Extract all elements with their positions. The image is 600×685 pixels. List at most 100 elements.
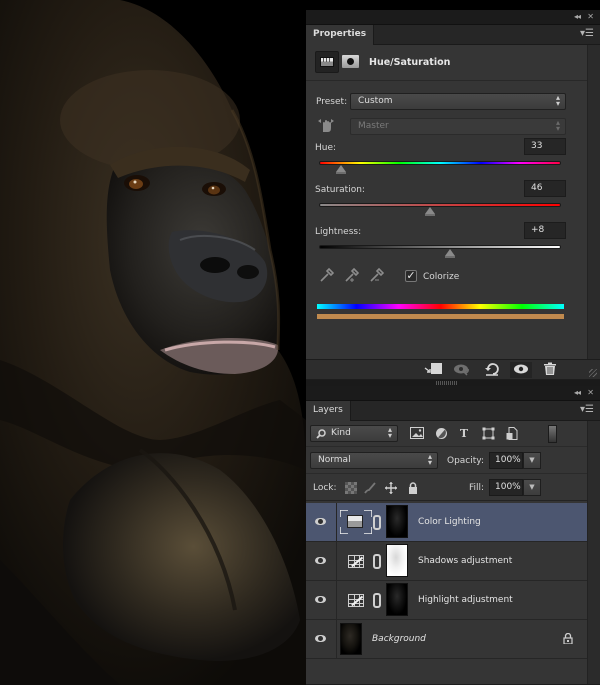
clip-to-layer-button[interactable]: [423, 362, 445, 378]
collapse-panel-icon[interactable]: ◂◂: [574, 388, 581, 397]
eyedropper-add-icon[interactable]: [344, 267, 359, 283]
toggle-visibility-button[interactable]: [510, 362, 532, 378]
adjustment-title: Hue/Saturation: [369, 57, 451, 68]
tab-properties[interactable]: Properties: [306, 25, 375, 46]
curves-icon: [348, 555, 364, 568]
close-icon[interactable]: ✕: [587, 388, 594, 397]
preset-label: Preset:: [316, 97, 348, 107]
saturation-input[interactable]: 46: [524, 180, 566, 197]
eyedropper-icon[interactable]: [319, 267, 334, 283]
select-arrows-icon: ▴ ▾: [555, 93, 560, 108]
layer-name: Shadows adjustment: [418, 556, 513, 566]
saturation-slider-thumb[interactable]: [425, 207, 436, 216]
filter-adjustment-layers-button[interactable]: [434, 427, 448, 440]
fill-input[interactable]: 100%: [489, 479, 523, 496]
reset-button[interactable]: [481, 362, 503, 378]
tab-layers[interactable]: Layers: [306, 401, 351, 422]
layer-row-highlight-adjustment[interactable]: Highlight adjustment: [306, 581, 587, 620]
lock-image-pixels-icon[interactable]: [364, 482, 376, 494]
close-icon[interactable]: ✕: [587, 12, 594, 21]
lock-all-icon[interactable]: [407, 482, 419, 494]
resize-grip[interactable]: [589, 369, 597, 377]
layer-row-shadows-adjustment[interactable]: Shadows adjustment: [306, 542, 587, 581]
lightness-slider[interactable]: [319, 245, 561, 249]
fill-label: Fill:: [469, 483, 485, 493]
shape-icon: [482, 427, 494, 440]
layer-row-color-lighting[interactable]: Color Lighting: [306, 503, 587, 542]
visibility-column: [306, 503, 337, 541]
lightness-input[interactable]: +8: [524, 222, 566, 239]
curves-icon: [348, 594, 364, 607]
hue-label: Hue:: [315, 143, 337, 153]
layer-mask-thumbnail[interactable]: [386, 583, 408, 616]
lightness-label: Lightness:: [315, 227, 362, 237]
colorize-checkbox[interactable]: ✓: [405, 270, 417, 282]
blend-mode-select[interactable]: Normal ▴ ▾: [310, 452, 438, 469]
hue-slider[interactable]: [319, 161, 561, 165]
filter-smart-objects-button[interactable]: [505, 427, 519, 440]
fill-dropdown-button[interactable]: ▼: [523, 479, 541, 496]
properties-tab-row: Properties ▾☰: [306, 25, 600, 46]
filter-shape-layers-button[interactable]: [481, 427, 495, 440]
layer-name: Color Lighting: [418, 517, 481, 527]
gorilla-photo: [0, 0, 306, 685]
targeted-adjustment-hand-icon[interactable]: [317, 115, 335, 133]
layer-mask-thumbnail[interactable]: [386, 544, 408, 577]
collapse-panel-icon[interactable]: ◂◂: [574, 12, 581, 21]
filter-kind-select[interactable]: Kind ▴ ▾: [310, 425, 398, 442]
panel-menu-icon[interactable]: ▾☰: [580, 28, 594, 39]
layers-tab-row: Layers ▾☰: [306, 401, 600, 422]
preset-select[interactable]: Custom ▴ ▾: [350, 93, 566, 110]
layer-mask-thumbnail[interactable]: [386, 505, 408, 538]
lock-transparent-pixels-icon[interactable]: [345, 482, 357, 494]
adjustment-tab-button[interactable]: [315, 51, 339, 73]
visibility-column: [306, 542, 337, 580]
view-previous-state-button[interactable]: [452, 362, 474, 378]
hue-saturation-icon: [347, 515, 363, 528]
select-arrows-icon: ▴ ▾: [387, 425, 392, 440]
toggle-visibility-icon: [514, 364, 528, 374]
filter-kind-value: Kind: [331, 428, 351, 438]
link-icon[interactable]: [373, 593, 381, 608]
layers-scrollbar[interactable]: [587, 421, 600, 684]
link-icon[interactable]: [373, 554, 381, 569]
eye-icon[interactable]: [315, 557, 326, 564]
channel-select[interactable]: Master ▴ ▾: [350, 118, 566, 135]
lightness-slider-thumb[interactable]: [444, 249, 455, 258]
select-arrows-icon: ▴ ▾: [555, 118, 560, 133]
lock-position-icon[interactable]: [385, 482, 397, 494]
properties-body: Hue/Saturation Preset: Custom ▴ ▾ Master …: [306, 45, 600, 379]
hue-slider-thumb[interactable]: [335, 165, 346, 174]
filter-toggle-switch[interactable]: [548, 425, 557, 443]
properties-footer: [306, 359, 600, 379]
document-canvas[interactable]: [0, 0, 306, 685]
lock-label: Lock:: [313, 483, 337, 493]
filter-type-layers-button[interactable]: T: [457, 427, 471, 440]
layer-mask-icon[interactable]: [342, 55, 359, 68]
layer-name: Background: [372, 634, 426, 644]
smart-object-icon: [506, 427, 518, 440]
layer-filter-toolbar: Kind ▴ ▾ T: [306, 421, 587, 447]
eye-icon[interactable]: [315, 596, 326, 603]
eye-icon[interactable]: [315, 635, 326, 642]
adjustment-header: Hue/Saturation: [306, 45, 587, 81]
eye-icon[interactable]: [315, 518, 326, 525]
eyedropper-subtract-icon[interactable]: [369, 267, 384, 283]
saturation-slider[interactable]: [319, 203, 561, 207]
layers-dock-bar: ◂◂ ✕: [306, 386, 600, 401]
hue-input[interactable]: 33: [524, 138, 566, 155]
delete-button[interactable]: [539, 362, 561, 378]
panel-menu-icon[interactable]: ▾☰: [580, 404, 594, 415]
visibility-column: [306, 581, 337, 619]
blend-row: Normal ▴ ▾ Opacity: 100% ▼: [306, 447, 587, 474]
opacity-dropdown-button[interactable]: ▼: [523, 452, 541, 469]
lock-icon: [563, 633, 573, 644]
link-icon[interactable]: [373, 515, 381, 530]
filter-pixel-layers-button[interactable]: [410, 427, 424, 440]
saturation-label: Saturation:: [315, 185, 365, 195]
properties-scrollbar[interactable]: [587, 45, 600, 379]
layer-row-background[interactable]: Background: [306, 620, 587, 659]
opacity-input[interactable]: 100%: [489, 452, 523, 469]
layer-list: Color Lighting Shadows adjustment Highli…: [306, 503, 587, 684]
layer-thumbnail[interactable]: [340, 623, 362, 655]
